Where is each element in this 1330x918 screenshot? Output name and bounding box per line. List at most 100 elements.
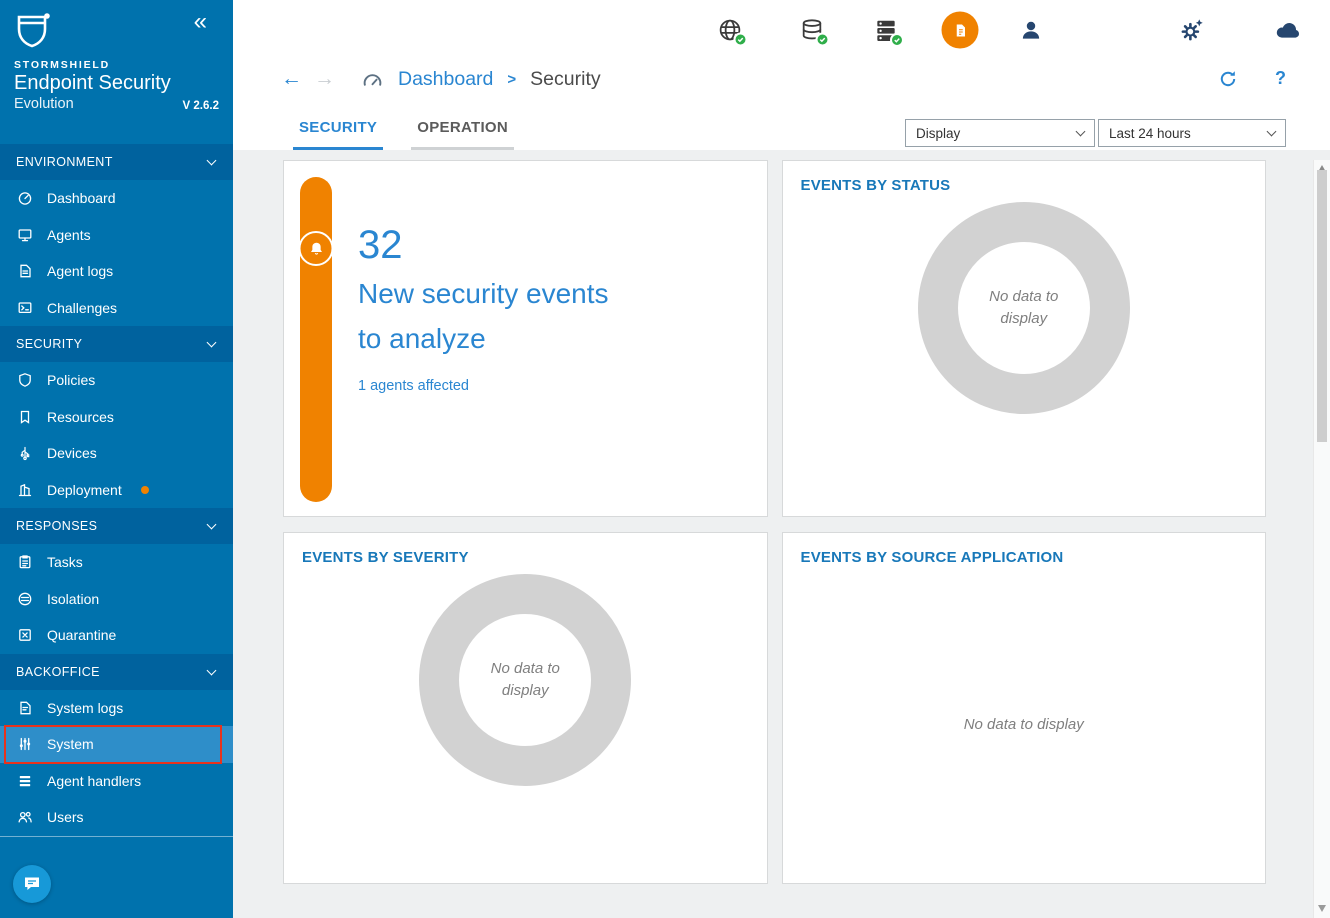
user-icon[interactable] <box>1020 19 1043 42</box>
refresh-icon[interactable] <box>1218 69 1238 89</box>
breadcrumb-root[interactable]: Dashboard <box>398 68 493 91</box>
chevron-down-icon <box>207 156 217 166</box>
sidebar-item-challenges[interactable]: Challenges <box>0 290 233 327</box>
chevron-down-icon <box>207 665 217 675</box>
sidebar: « STORMSHIELD Endpoint Security Evolutio… <box>0 0 233 918</box>
no-data-message: No data to display <box>964 716 1084 733</box>
dashboard-gauge-icon <box>361 69 384 89</box>
new-security-events-card: 32 New security events to analyze 1 agen… <box>283 160 768 517</box>
chat-bubble-icon <box>22 874 42 894</box>
tabs-bar: SECURITY OPERATION Display Last 24 hours <box>233 98 1330 150</box>
annotation-highlight <box>4 725 222 764</box>
events-by-status-card: EVENTS BY STATUS No data to display <box>782 160 1267 517</box>
cloud-icon[interactable] <box>1274 16 1302 44</box>
challenges-icon <box>16 300 34 316</box>
logs-notification-icon[interactable] <box>942 12 979 49</box>
card-title: EVENTS BY SOURCE APPLICATION <box>783 533 1266 566</box>
dashboard-content: 32 New security events to analyze 1 agen… <box>233 150 1330 918</box>
time-range-dropdown[interactable]: Last 24 hours <box>1098 119 1286 147</box>
database-status-icon[interactable] <box>800 18 825 43</box>
agent-handler-status-icon[interactable] <box>873 17 899 43</box>
app-window: « STORMSHIELD Endpoint Security Evolutio… <box>0 0 1330 918</box>
sidebar-section-backoffice[interactable]: BACKOFFICE <box>0 654 233 690</box>
status-ok-badge <box>816 33 830 47</box>
events-by-source-application-card: EVENTS BY SOURCE APPLICATION No data to … <box>782 532 1267 884</box>
card-title: EVENTS BY STATUS <box>783 161 1266 194</box>
agent-logs-icon <box>16 263 34 279</box>
users-icon <box>16 809 34 825</box>
chat-button[interactable] <box>13 865 51 903</box>
settings-gear-icon[interactable] <box>1179 17 1205 43</box>
scroll-down-arrow[interactable] <box>1318 905 1326 912</box>
chevron-down-icon <box>207 338 217 348</box>
sidebar-nav: ENVIRONMENT Dashboard Agents Agent log <box>0 144 233 837</box>
no-data-message: No data to display <box>477 658 573 703</box>
sidebar-section-environment[interactable]: ENVIRONMENT <box>0 144 233 180</box>
forward-arrow-icon[interactable]: → <box>314 67 335 91</box>
sidebar-item-system-logs[interactable]: System logs <box>0 690 233 727</box>
bell-icon <box>299 231 334 266</box>
product-name: Endpoint Security <box>14 72 219 95</box>
breadcrumb-separator: > <box>505 71 518 88</box>
breadcrumb-current: Security <box>530 68 600 91</box>
chevron-down-icon <box>207 520 217 530</box>
sidebar-item-system[interactable]: System <box>0 726 233 763</box>
sidebar-item-agents[interactable]: Agents <box>0 217 233 254</box>
chevron-down-icon <box>1076 127 1086 137</box>
alert-message: New security events to analyze <box>358 271 623 362</box>
system-logs-icon <box>16 700 34 716</box>
sidebar-item-deployment[interactable]: Deployment <box>0 472 233 509</box>
sidebar-item-devices[interactable]: Devices <box>0 435 233 472</box>
sidebar-item-tasks[interactable]: Tasks <box>0 544 233 581</box>
tasks-icon <box>16 554 34 570</box>
sidebar-item-quarantine[interactable]: Quarantine <box>0 617 233 654</box>
agents-affected-link[interactable]: 1 agents affected <box>358 378 469 394</box>
product-version: V 2.6.2 <box>183 100 219 112</box>
resources-icon <box>16 409 34 425</box>
sidebar-item-agent-logs[interactable]: Agent logs <box>0 253 233 290</box>
dashboard-icon <box>16 190 34 206</box>
sidebar-item-isolation[interactable]: Isolation <box>0 581 233 618</box>
sidebar-item-resources[interactable]: Resources <box>0 399 233 436</box>
sidebar-item-users[interactable]: Users <box>0 799 233 836</box>
alert-text-block: 32 New security events to analyze 1 agen… <box>332 177 623 500</box>
deployment-icon <box>16 482 34 498</box>
help-icon[interactable]: ? <box>1275 68 1286 89</box>
display-dropdown[interactable]: Display <box>905 119 1095 147</box>
collapse-sidebar-icon[interactable]: « <box>194 10 207 34</box>
tab-operation[interactable]: OPERATION <box>411 119 514 150</box>
event-count: 32 <box>358 223 623 267</box>
shield-icon <box>16 372 34 388</box>
sidebar-section-responses[interactable]: RESPONSES <box>0 508 233 544</box>
usb-icon <box>16 445 34 461</box>
internet-status-icon[interactable] <box>718 18 743 43</box>
back-arrow-icon[interactable]: ← <box>281 67 302 91</box>
vertical-scrollbar[interactable] <box>1313 160 1330 918</box>
stormshield-logo-icon <box>14 10 219 50</box>
sidebar-item-policies[interactable]: Policies <box>0 362 233 399</box>
sidebar-header: « STORMSHIELD Endpoint Security Evolutio… <box>0 0 233 144</box>
card-title: EVENTS BY SEVERITY <box>284 533 767 566</box>
status-ok-badge <box>734 33 748 47</box>
top-status-bar <box>233 0 1330 60</box>
status-ok-badge <box>890 33 904 47</box>
brand-name: STORMSHIELD <box>14 59 219 71</box>
sidebar-item-agent-handlers[interactable]: Agent handlers <box>0 763 233 800</box>
no-data-message: No data to display <box>976 286 1072 331</box>
alert-accent-bar <box>300 177 332 502</box>
breadcrumb-bar: ← → Dashboard > Security ? <box>233 60 1330 98</box>
events-by-severity-card: EVENTS BY SEVERITY No data to display <box>283 532 768 884</box>
sidebar-item-dashboard[interactable]: Dashboard <box>0 180 233 217</box>
quarantine-icon <box>16 627 34 643</box>
severity-donut-chart: No data to display <box>419 574 631 786</box>
deployment-notification-dot <box>141 486 149 494</box>
isolation-icon <box>16 591 34 607</box>
sidebar-section-security[interactable]: SECURITY <box>0 326 233 362</box>
product-edition: Evolution <box>14 96 74 112</box>
chevron-down-icon <box>1267 127 1277 137</box>
scrollbar-thumb[interactable] <box>1317 170 1327 442</box>
tab-security[interactable]: SECURITY <box>293 119 383 150</box>
status-donut-chart: No data to display <box>918 202 1130 414</box>
agents-icon <box>16 227 34 243</box>
sidebar-divider <box>0 836 233 837</box>
